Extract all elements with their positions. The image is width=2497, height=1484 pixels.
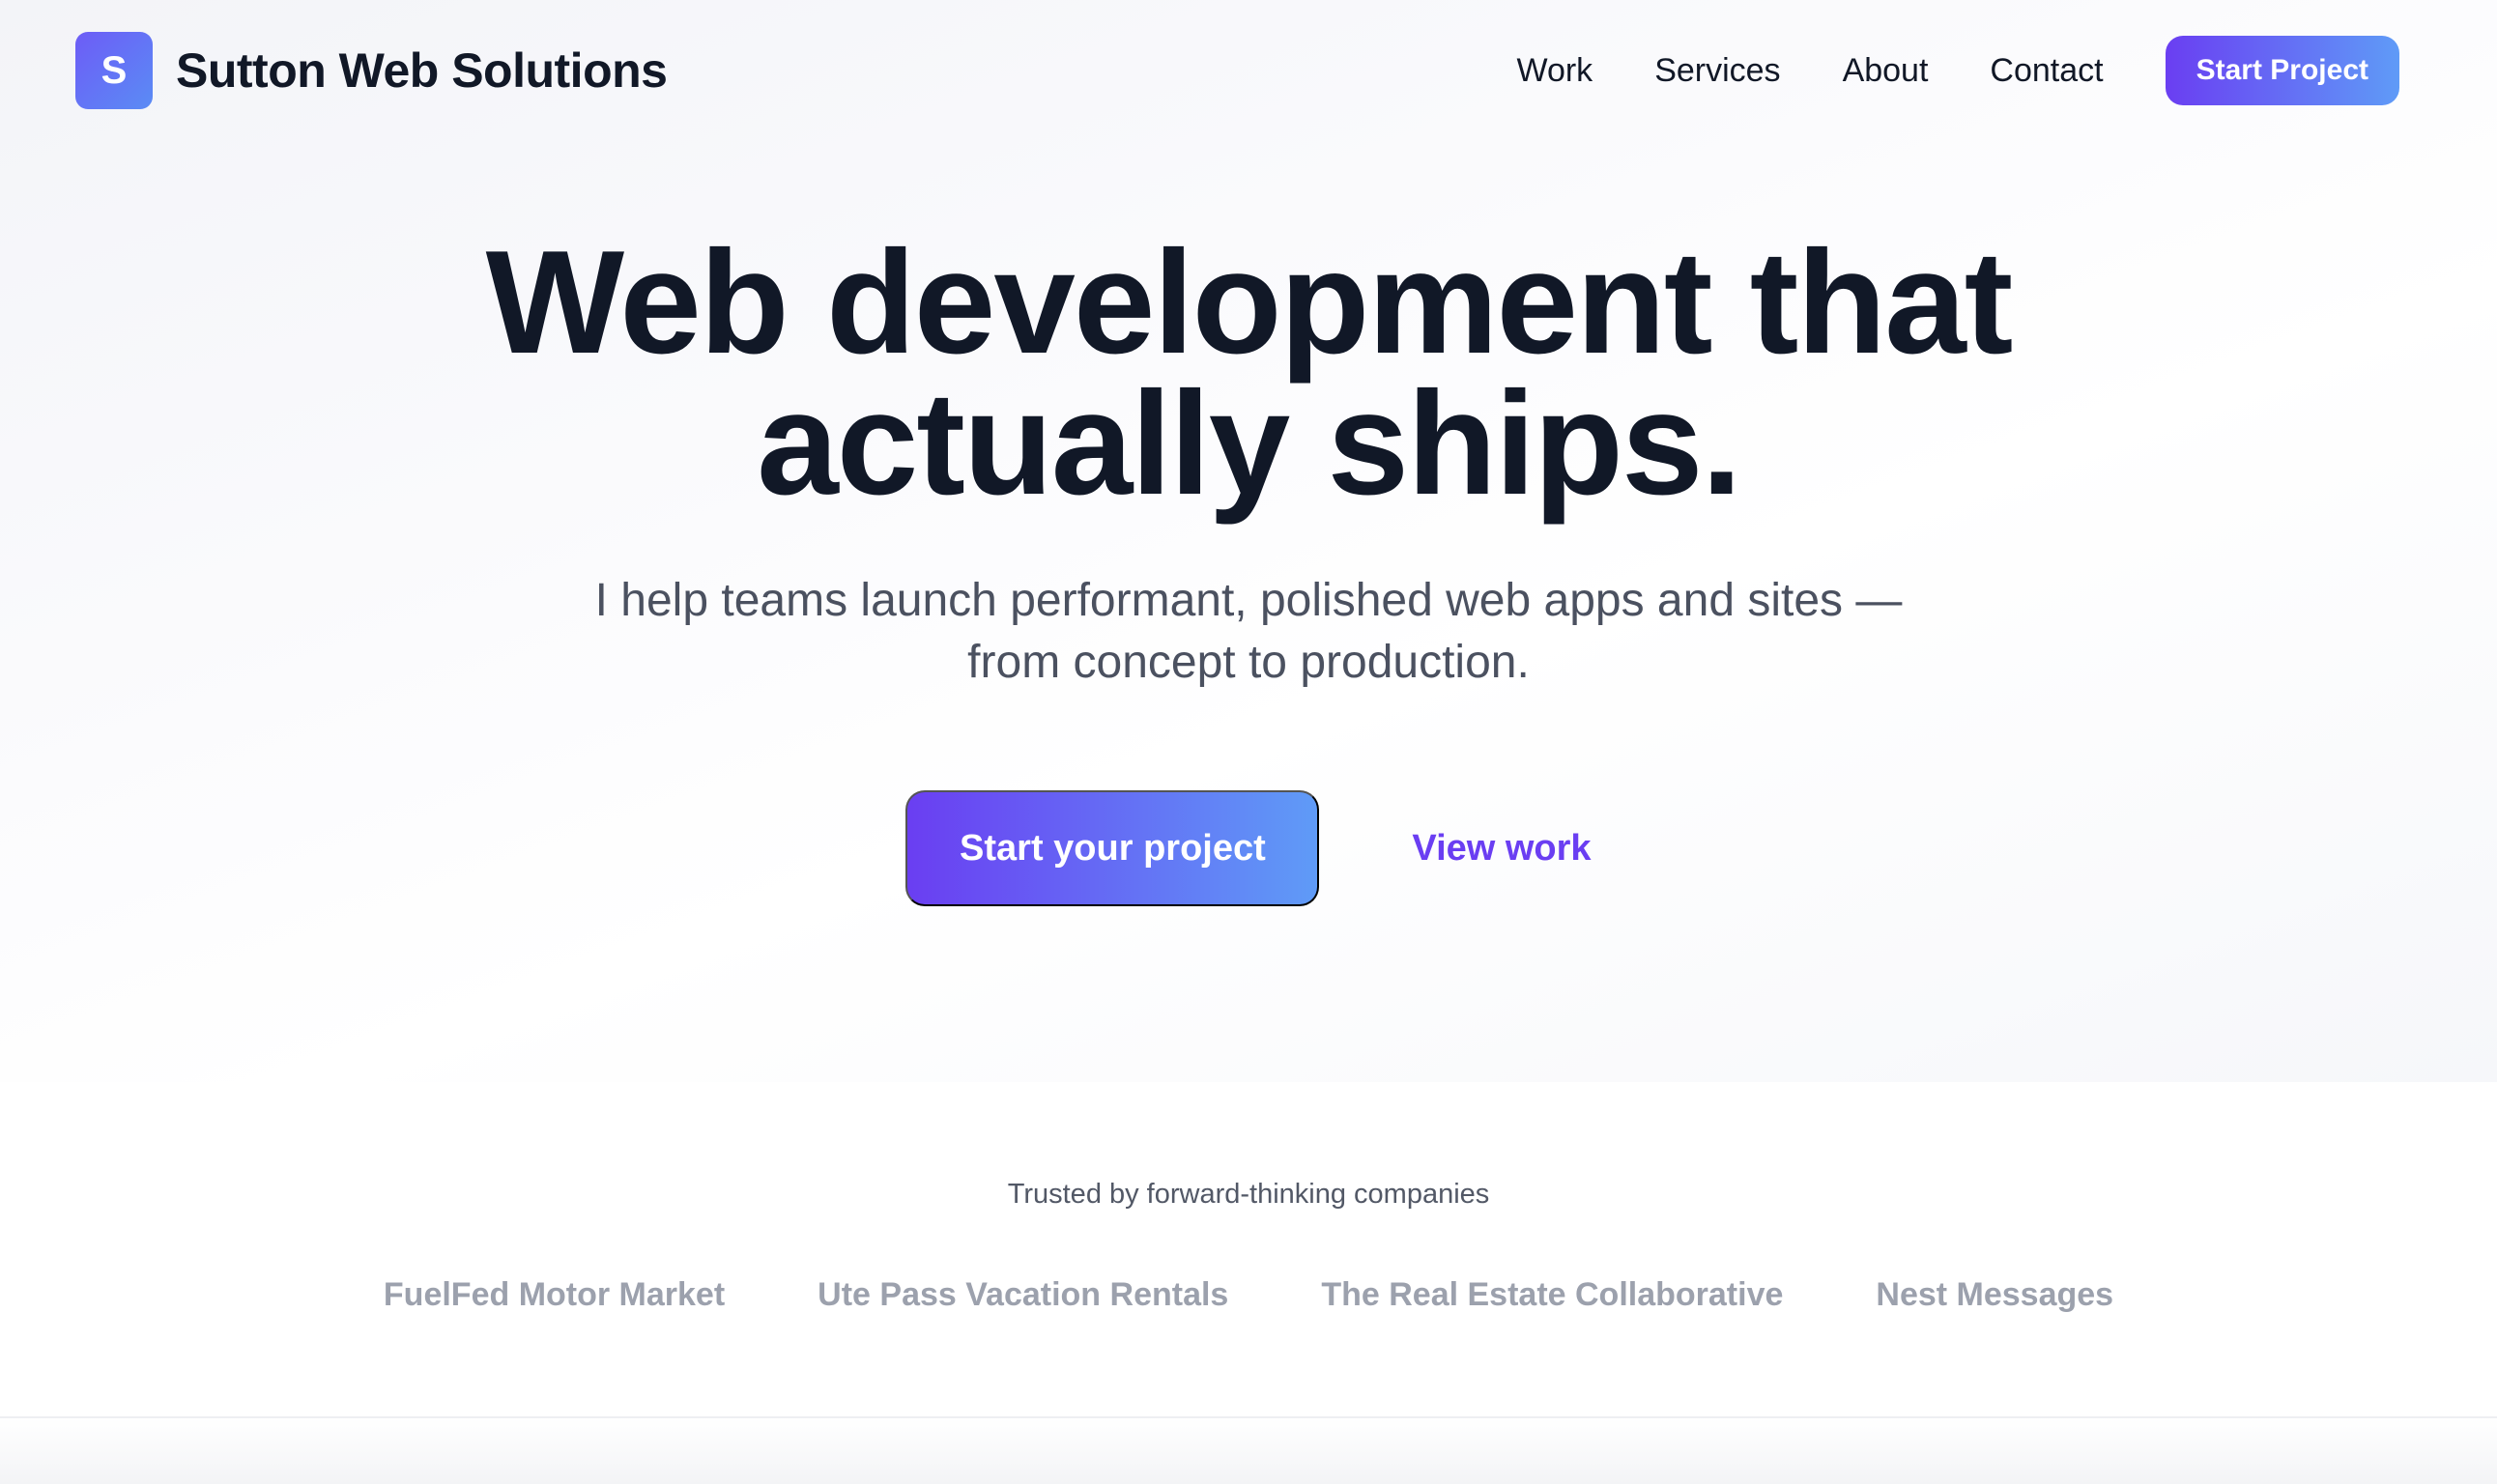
nav-link-about[interactable]: About	[1843, 52, 1929, 90]
brand-name[interactable]: Sutton Web Solutions	[176, 43, 668, 99]
start-project-button[interactable]: Start Project	[2165, 36, 2399, 105]
nav-link-work[interactable]: Work	[1516, 52, 1593, 90]
nav-link-services[interactable]: Services	[1654, 52, 1780, 90]
client-name: The Real Estate Collaborative	[1321, 1276, 1784, 1313]
trusted-section: Trusted by forward-thinking companies Fu…	[0, 1082, 2497, 1416]
nav-link-contact[interactable]: Contact	[1990, 52, 2103, 90]
hero-title-line-2: actually ships.	[757, 361, 1742, 526]
client-name: Nest Messages	[1876, 1276, 2114, 1313]
trusted-label: Trusted by forward-thinking companies	[1007, 1179, 1490, 1210]
hero-subtitle-line-2: from concept to production.	[967, 637, 1530, 688]
brand[interactable]: S Sutton Web Solutions	[75, 32, 668, 109]
client-list: FuelFed Motor Market Ute Pass Vacation R…	[0, 1276, 2497, 1314]
next-section-edge	[0, 1416, 2497, 1484]
hero-actions: Start your project View work	[0, 790, 2497, 906]
main-nav: Work Services About Contact Start Projec…	[1516, 36, 2399, 105]
view-work-link[interactable]: View work	[1412, 828, 1591, 870]
page: S Sutton Web Solutions Work Services Abo…	[0, 0, 2497, 1484]
start-your-project-button[interactable]: Start your project	[905, 790, 1320, 906]
client-name: Ute Pass Vacation Rentals	[818, 1276, 1229, 1313]
hero-subtitle: I help teams launch performant, polished…	[524, 570, 1973, 694]
hero-section: Web development that actually ships. I h…	[0, 229, 2497, 906]
hero-subtitle-line-1: I help teams launch performant, polished…	[594, 575, 1903, 626]
client-name: FuelFed Motor Market	[383, 1276, 726, 1313]
hero-title-line-1: Web development that	[485, 220, 2014, 385]
logo-icon[interactable]: S	[75, 32, 153, 109]
site-header: S Sutton Web Solutions Work Services Abo…	[0, 0, 2497, 141]
hero-title: Web development that actually ships.	[379, 229, 2118, 517]
